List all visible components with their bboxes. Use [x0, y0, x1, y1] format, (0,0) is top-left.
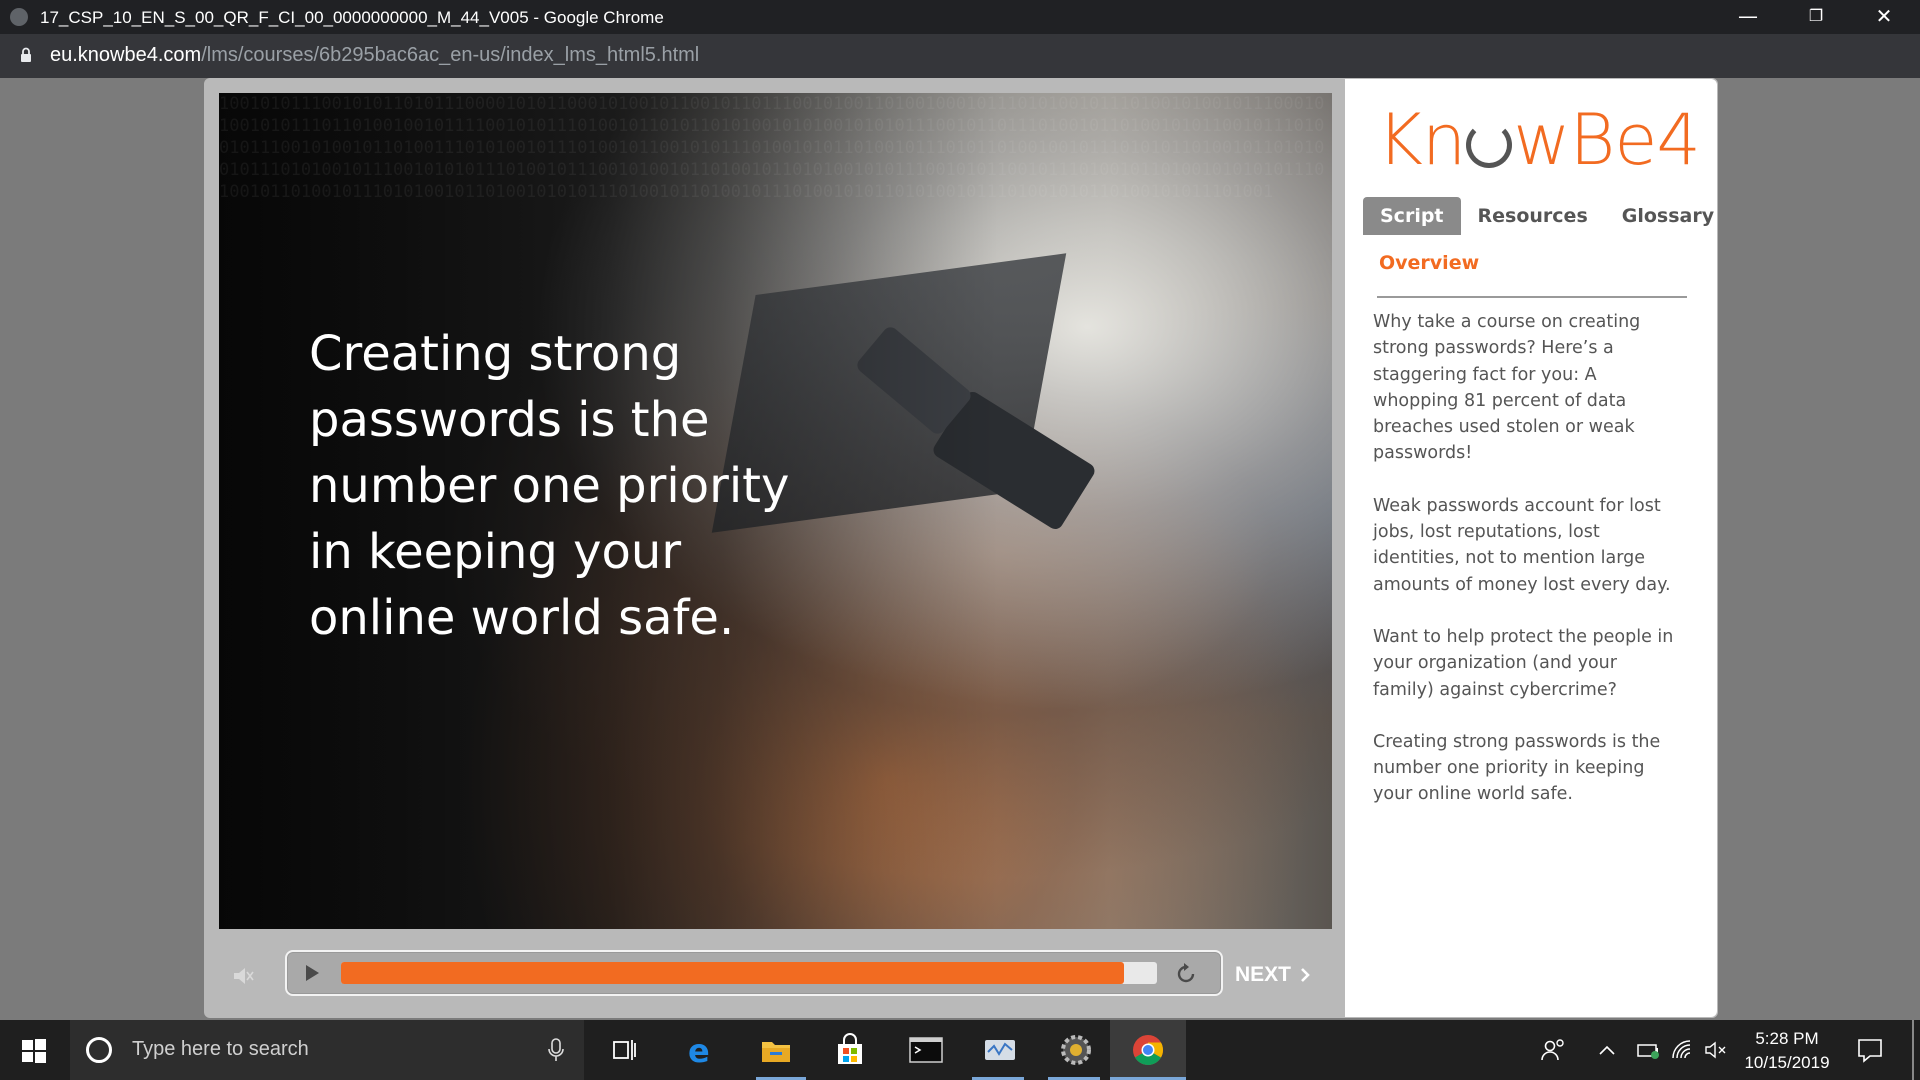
slide-headline: Creating strong passwords is the number … — [309, 321, 829, 651]
clock-time: 5:28 PM — [1755, 1029, 1819, 1048]
replay-icon[interactable] — [1173, 961, 1199, 987]
people-icon[interactable] — [1540, 1038, 1566, 1062]
headline-line: Creating strong — [309, 326, 682, 382]
action-center-icon[interactable] — [1856, 1036, 1884, 1064]
panel-tabs: Script Resources Glossary — [1363, 197, 1731, 235]
url-text[interactable]: eu.knowbe4.com/lms/courses/6b295bac6ac_e… — [50, 44, 699, 67]
course-player: 1001010111001010110101110000101011000101… — [204, 78, 1718, 1018]
next-label: NEXT — [1235, 963, 1292, 986]
script-paragraph: Want to help protect the people in your … — [1373, 626, 1674, 700]
chevron-right-icon — [1301, 968, 1310, 982]
script-paragraph: Weak passwords account for lost jobs, lo… — [1373, 495, 1671, 595]
headline-line: number one priority — [309, 458, 790, 514]
headline-line: passwords is the — [309, 392, 710, 448]
seek-bar[interactable] — [285, 950, 1223, 996]
show-desktop-button[interactable] — [1912, 1020, 1914, 1080]
script-paragraph: Creating strong passwords is the number … — [1373, 731, 1661, 805]
network-tool-icon[interactable] — [980, 1030, 1020, 1070]
taskbar-search[interactable]: Type here to search — [70, 1020, 584, 1080]
address-bar[interactable]: eu.knowbe4.com/lms/courses/6b295bac6ac_e… — [0, 34, 1920, 78]
tab-script[interactable]: Script — [1363, 197, 1461, 235]
battery-icon[interactable] — [1636, 1038, 1662, 1062]
globe-icon — [10, 8, 28, 26]
side-panel: Kn wBe4 Script Resources Glossary Overvie… — [1345, 79, 1717, 1017]
file-explorer-icon[interactable] — [756, 1030, 796, 1070]
slide-stage: 1001010111001010110101110000101011000101… — [219, 93, 1332, 929]
headline-line: online world safe. — [309, 590, 735, 646]
progress-fill — [341, 962, 1125, 984]
knowbe4-logo: Kn wBe4 — [1377, 99, 1701, 181]
url-path: /lms/courses/6b295bac6ac_en-us/index_lms… — [201, 44, 700, 66]
logo-o-icon — [1466, 122, 1513, 168]
player-controls: NEXT — [219, 946, 1332, 1006]
system-clock[interactable]: 5:28 PM 10/15/2019 — [1730, 1027, 1844, 1075]
edge-icon[interactable]: e — [680, 1030, 720, 1070]
task-view-icon[interactable] — [604, 1030, 644, 1070]
section-title: Overview — [1379, 252, 1480, 274]
chrome-taskbar-button[interactable] — [1110, 1020, 1186, 1080]
store-icon[interactable] — [830, 1030, 870, 1070]
url-host: eu.knowbe4.com — [50, 44, 202, 66]
restore-button[interactable]: ❐ — [1782, 0, 1850, 34]
chevron-up-icon[interactable] — [1598, 1044, 1616, 1056]
divider — [1377, 296, 1687, 298]
microphone-icon[interactable] — [548, 1038, 564, 1062]
taskbar: Type here to search e 5:28 PM 10/15/2019 — [0, 1020, 1920, 1080]
search-placeholder: Type here to search — [132, 1038, 309, 1060]
wifi-icon[interactable] — [1670, 1038, 1696, 1062]
logo-text-left: Kn — [1377, 99, 1466, 181]
script-text: Why take a course on creating strong pas… — [1373, 309, 1683, 834]
cortana-icon — [86, 1037, 112, 1063]
browser-title-bar: 17_CSP_10_EN_S_00_QR_F_CI_00_0000000000_… — [0, 0, 1920, 34]
window-title: 17_CSP_10_EN_S_00_QR_F_CI_00_0000000000_… — [40, 8, 664, 27]
clock-date: 10/15/2019 — [1744, 1053, 1830, 1072]
next-button[interactable]: NEXT — [1235, 960, 1325, 990]
minimize-button[interactable]: — — [1714, 0, 1782, 34]
progress-track[interactable] — [341, 962, 1157, 984]
lock-icon — [21, 47, 31, 62]
svg-text:e: e — [688, 1032, 710, 1070]
terminal-icon[interactable] — [906, 1030, 946, 1070]
volume-icon[interactable] — [231, 964, 255, 988]
script-paragraph: Why take a course on creating strong pas… — [1373, 312, 1641, 464]
play-icon[interactable] — [303, 964, 321, 982]
windows-start-icon[interactable] — [22, 1039, 46, 1063]
headline-line: in keeping your — [309, 524, 682, 580]
tab-resources[interactable]: Resources — [1461, 197, 1605, 235]
chrome-icon — [1133, 1035, 1164, 1066]
volume-muted-icon[interactable] — [1704, 1038, 1730, 1062]
close-button[interactable]: ✕ — [1850, 0, 1918, 34]
logo-text-right: wBe4 — [1513, 99, 1701, 181]
tab-glossary[interactable]: Glossary — [1605, 197, 1731, 235]
settings-gear-icon[interactable] — [1056, 1030, 1096, 1070]
